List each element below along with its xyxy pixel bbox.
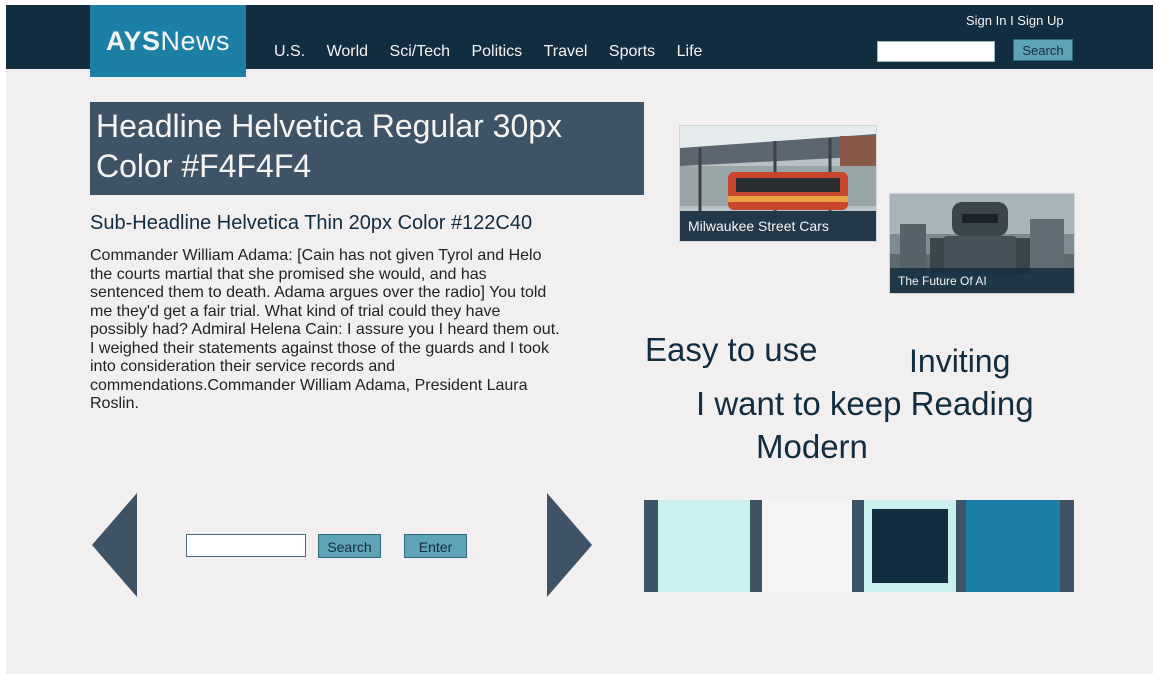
nav-item-sports[interactable]: Sports (609, 43, 655, 61)
carousel-next-arrow-icon[interactable] (547, 493, 592, 597)
palette-swatch-1 (658, 500, 750, 592)
tagline-keep-reading: I want to keep Reading (696, 385, 1034, 422)
article-headline: Headline Helvetica Regular 30px Color #F… (90, 102, 644, 195)
tagline-inviting: Inviting (909, 343, 1011, 379)
palette-swatch-3-inner (872, 509, 948, 583)
nav-item-life[interactable]: Life (677, 43, 703, 61)
carousel-search-button[interactable]: Search (318, 534, 381, 558)
carousel-search-input[interactable] (186, 534, 306, 557)
palette-swatch-4 (966, 500, 1060, 592)
carousel-enter-button[interactable]: Enter (404, 534, 467, 558)
feature-caption-streetcars: Milwaukee Street Cars (680, 211, 876, 241)
nav-item-travel[interactable]: Travel (544, 43, 588, 61)
sign-in-sign-up-link[interactable]: Sign In I Sign Up (966, 13, 1064, 28)
nav-item-us[interactable]: U.S. (274, 43, 305, 61)
carousel-prev-arrow-icon[interactable] (92, 493, 137, 597)
article-body: Commander William Adama: [Cain has not g… (90, 247, 560, 412)
top-search-input[interactable] (877, 41, 995, 62)
page: U.S. World Sci/Tech Politics Travel Spor… (6, 5, 1153, 674)
nav-item-world[interactable]: World (327, 43, 369, 61)
feature-card-ai[interactable]: The Future Of AI (889, 193, 1075, 294)
site-logo[interactable]: AYSNews (90, 5, 246, 77)
nav-item-politics[interactable]: Politics (471, 43, 522, 61)
tagline-modern: Modern (756, 428, 868, 465)
logo-bold: AYS (105, 26, 161, 56)
feature-caption-ai: The Future Of AI (890, 268, 1074, 293)
palette-swatch-2 (762, 500, 852, 592)
color-palette (644, 500, 1074, 592)
tagline-easy-to-use: Easy to use (645, 331, 818, 368)
palette-swatch-3 (864, 500, 956, 592)
top-search-button[interactable]: Search (1013, 39, 1073, 61)
logo-light: News (160, 26, 231, 56)
main-nav: U.S. World Sci/Tech Politics Travel Spor… (274, 43, 719, 67)
nav-item-scitech[interactable]: Sci/Tech (390, 43, 450, 61)
feature-card-streetcars[interactable]: Milwaukee Street Cars (679, 125, 877, 242)
article-subheadline: Sub-Headline Helvetica Thin 20px Color #… (90, 212, 533, 234)
